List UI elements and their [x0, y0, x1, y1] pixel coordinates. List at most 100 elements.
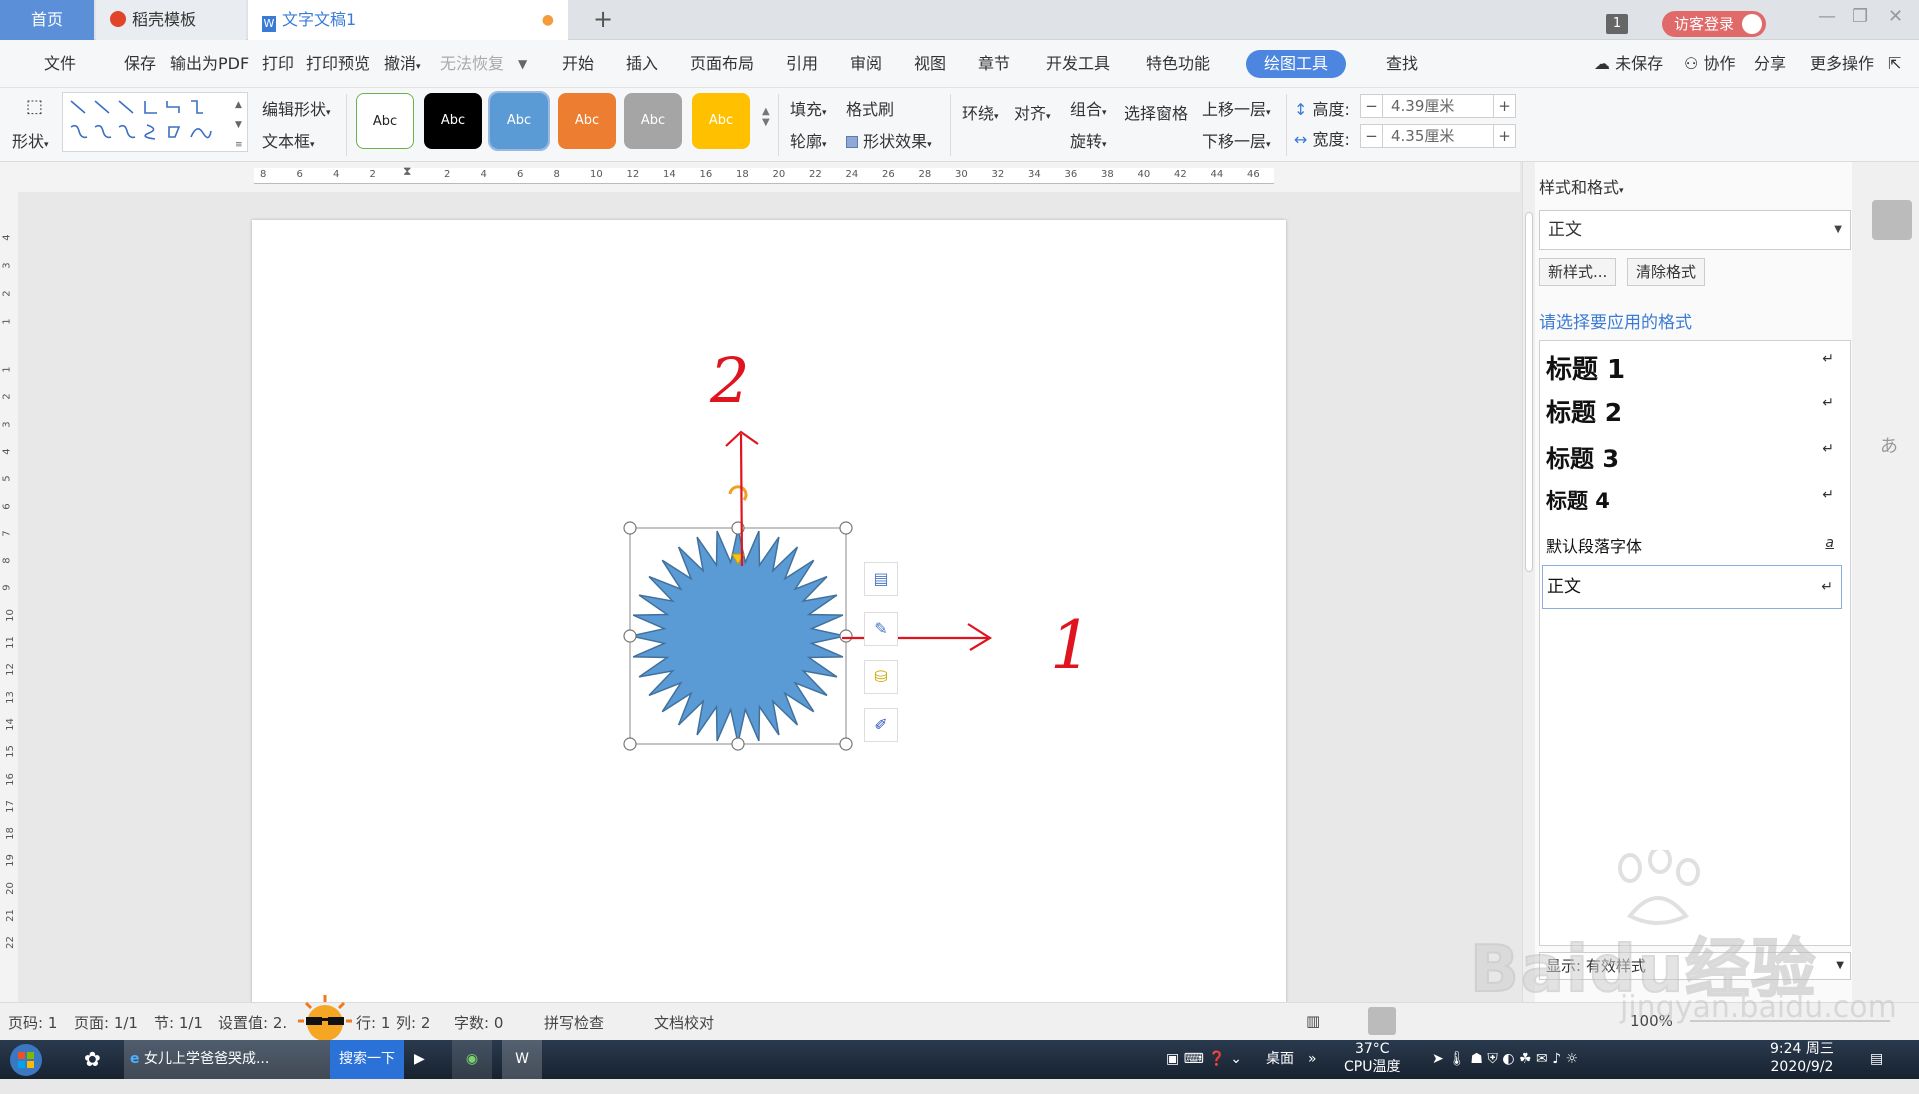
horizontal-ruler[interactable]: 8 6 4 2 2 4 6 8 10 12 14 16 18 20 22 24 26 28 30 32 34 36 38 40… — [0, 162, 1520, 192]
layout-options-icon[interactable]: ▤ — [864, 562, 898, 596]
width-stepper[interactable]: − 4.35厘米 + — [1360, 124, 1516, 148]
translate-icon[interactable]: あ — [1880, 432, 1898, 458]
doc-proof-button[interactable]: 文档校对 — [654, 1012, 714, 1033]
sidebar-tool-icon[interactable] — [1872, 200, 1912, 240]
restore-icon[interactable]: ❐ — [1852, 6, 1868, 27]
select-pane-button[interactable]: 选择窗格 — [1124, 100, 1188, 124]
height-value[interactable]: 4.39厘米 — [1391, 95, 1454, 117]
wps-writer-icon[interactable]: W — [502, 1040, 542, 1079]
unsaved-status[interactable]: ☁ 未保存 — [1594, 40, 1663, 88]
line-shapes-gallery[interactable]: ▲ ▼ ≡ — [62, 92, 248, 152]
browser-icon[interactable]: ◉ — [452, 1040, 492, 1079]
expand-tray-icon[interactable]: » — [1308, 1040, 1317, 1079]
style-item-default-font[interactable]: 默认段落字体 a — [1546, 533, 1842, 557]
quick-access-dropdown-icon[interactable]: ▼ — [518, 40, 527, 88]
pinwheel-app-icon[interactable]: ✿ — [84, 1040, 101, 1079]
bring-forward-button[interactable]: 上移一层▾ — [1202, 96, 1271, 120]
style-swatch-gray[interactable]: Abc — [624, 93, 682, 149]
width-value[interactable]: 4.35厘米 — [1391, 125, 1454, 147]
style-swatch-blue[interactable]: Abc — [488, 91, 550, 151]
desktop-toolbar[interactable]: 桌面 — [1266, 1040, 1294, 1079]
collaborate-button[interactable]: ⚇ 协作 — [1684, 40, 1735, 88]
menu-view[interactable]: 视图 — [914, 40, 946, 88]
menu-references[interactable]: 引用 — [786, 40, 818, 88]
clear-format-button[interactable]: 清除格式 — [1627, 258, 1706, 286]
menu-chapter[interactable]: 章节 — [978, 40, 1010, 88]
indent-marker-icon[interactable]: ⧗ — [403, 164, 411, 179]
menu-undo[interactable]: 撤消▾ — [384, 40, 421, 88]
reading-view-icon[interactable]: ▥ — [1306, 1012, 1320, 1030]
shape-style-icon[interactable]: ✎ — [864, 612, 898, 646]
document-page[interactable]: 2 1 ▤ ✎ ⛁ ✐ — [252, 220, 1286, 1010]
taskbar-ie-window[interactable]: e 女儿上学爸爸哭成... — [124, 1040, 330, 1079]
menu-save[interactable]: 保存 — [124, 40, 156, 88]
media-play-icon[interactable]: ▶ — [414, 1040, 425, 1079]
tab-document[interactable]: W 文字文稿1 ● — [248, 0, 568, 40]
current-style-select[interactable]: 正文 ▼ — [1539, 210, 1851, 250]
shape-button[interactable]: 形状▾ — [12, 128, 49, 152]
collapse-ribbon-icon[interactable]: ⇱ — [1888, 40, 1901, 88]
guest-login-button[interactable]: 访客登录 — [1662, 11, 1766, 37]
new-style-button[interactable]: 新样式... — [1539, 258, 1617, 286]
menu-redo[interactable]: 无法恢复 — [440, 40, 504, 88]
menu-print[interactable]: 打印 — [262, 40, 294, 88]
style-swatch-white[interactable]: Abc — [356, 93, 414, 149]
style-item-heading-2[interactable]: 标题 2 ↵ — [1546, 393, 1842, 429]
window-count-badge[interactable]: 1 — [1606, 14, 1628, 34]
align-button[interactable]: 对齐▾ — [1014, 100, 1051, 124]
outline-pen-icon[interactable]: ✐ — [864, 708, 898, 742]
more-actions-button[interactable]: 更多操作 — [1810, 40, 1874, 88]
style-item-body-text[interactable]: 正文 ↵ — [1542, 565, 1842, 609]
status-setting[interactable]: 设置值: 2. — [218, 1012, 287, 1033]
tab-docer-templates[interactable]: 稻壳模板 — [96, 0, 246, 40]
menu-special[interactable]: 特色功能 — [1146, 40, 1210, 88]
share-button[interactable]: 分享 — [1754, 40, 1786, 88]
start-button[interactable] — [6, 1042, 50, 1078]
notification-icon[interactable]: ▤ — [1870, 1040, 1883, 1079]
tab-home[interactable]: 首页 — [0, 0, 94, 40]
fill-bucket-icon[interactable]: ⛁ — [864, 660, 898, 694]
style-item-heading-1[interactable]: 标题 1 ↵ — [1546, 349, 1842, 386]
vertical-ruler[interactable]: 4 3 2 1 1 2 3 4 5 6 7 8 9 10 11 12 13 14 15 16 17 18 19 20 21 22 — [0, 192, 18, 1002]
close-icon[interactable]: ✕ — [1888, 6, 1903, 27]
menu-review[interactable]: 审阅 — [850, 40, 882, 88]
page-view-icon[interactable] — [1368, 1007, 1396, 1035]
style-swatch-black[interactable]: Abc — [424, 93, 482, 149]
menu-export-pdf[interactable]: 输出为PDF — [170, 40, 249, 88]
group-button[interactable]: 组合▾ — [1070, 96, 1107, 120]
wrap-button[interactable]: 环绕▾ — [962, 100, 999, 124]
status-words[interactable]: 字数: 0 — [454, 1012, 503, 1033]
menu-file[interactable]: 文件 — [44, 40, 76, 88]
style-swatch-orange[interactable]: Abc — [558, 93, 616, 149]
status-pages[interactable]: 页面: 1/1 — [74, 1012, 138, 1033]
tray-icons[interactable]: ▣ ⌨ ❓ ⌄ — [1166, 1040, 1242, 1079]
format-painter-button[interactable]: 格式刷 — [846, 96, 894, 120]
menu-dev-tools[interactable]: 开发工具 — [1046, 40, 1110, 88]
rotate-button[interactable]: 旋转▾ — [1070, 128, 1107, 152]
system-clock[interactable]: 9:24 周三 2020/9/2 — [1770, 1040, 1834, 1079]
edit-shape-button[interactable]: 编辑形状▾ — [262, 96, 331, 120]
new-tab-button[interactable]: + — [588, 4, 618, 34]
width-increment-button[interactable]: + — [1493, 125, 1515, 147]
height-stepper[interactable]: − 4.39厘米 + — [1360, 94, 1516, 118]
menu-start[interactable]: 开始 — [562, 40, 594, 88]
height-decrement-button[interactable]: − — [1361, 95, 1383, 117]
styles-panel-title[interactable]: 样式和格式▾ — [1539, 174, 1624, 198]
swatch-more-icon[interactable]: ▲ ▼ — [762, 106, 770, 128]
shape-icon[interactable]: ⬚ — [26, 96, 43, 117]
outline-button[interactable]: 轮廓▾ — [790, 128, 827, 152]
tray-app-icons[interactable]: ➤ 🌡 ☗ ⛨ ◐ ☘ ✉ ♪ ☼ — [1432, 1040, 1578, 1079]
style-item-heading-4[interactable]: 标题 4 ↵ — [1546, 485, 1842, 515]
style-item-heading-3[interactable]: 标题 3 ↵ — [1546, 439, 1842, 474]
taskbar-search-button[interactable]: 搜索一下 — [330, 1040, 404, 1079]
text-box-button[interactable]: 文本框▾ — [262, 128, 315, 152]
menu-find[interactable]: 查找 — [1386, 40, 1418, 88]
minimize-icon[interactable]: — — [1818, 6, 1836, 27]
shape-effect-button[interactable]: 形状效果▾ — [846, 128, 932, 152]
height-increment-button[interactable]: + — [1493, 95, 1515, 117]
spell-check-button[interactable]: 拼写检查 — [544, 1012, 604, 1033]
width-decrement-button[interactable]: − — [1361, 125, 1383, 147]
menu-drawing-tools[interactable]: 绘图工具 — [1246, 50, 1347, 78]
menu-insert[interactable]: 插入 — [626, 40, 658, 88]
menu-print-preview[interactable]: 打印预览 — [306, 40, 370, 88]
